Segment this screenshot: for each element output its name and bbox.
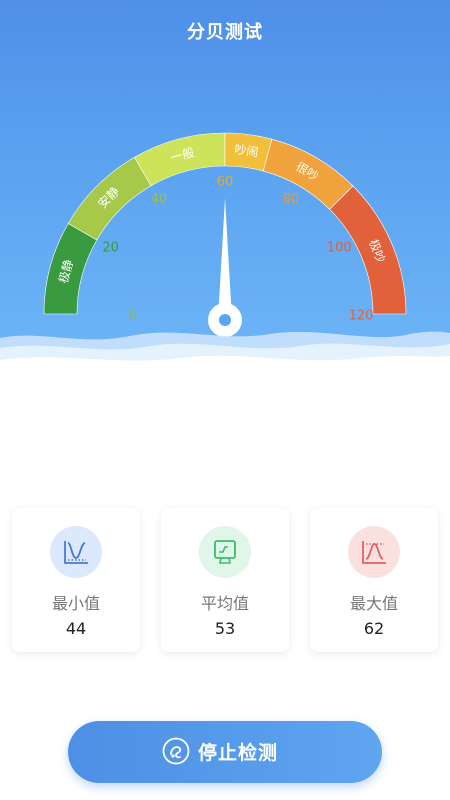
cloud-waves — [0, 331, 450, 380]
min-curve-icon — [50, 526, 102, 578]
stat-label: 最大值 — [349, 594, 398, 613]
gauge-tick-label: 80 — [283, 192, 300, 207]
stop-detect-button[interactable]: 停止检测 — [68, 721, 382, 783]
stat-card-average: 平均值 53 — [161, 508, 289, 652]
stat-value: 62 — [363, 619, 385, 638]
stat-card-min: 最小值 44 — [12, 508, 140, 652]
stat-label: 最小值 — [51, 594, 100, 613]
header-area: 极静 安静 一般 吵闹 很吵 极吵 0 20 40 60 80 100 120 分贝测试 — [0, 0, 450, 380]
average-monitor-icon — [199, 526, 251, 578]
stop-detect-icon — [162, 737, 190, 765]
stop-detect-label: 停止检测 — [198, 742, 279, 764]
max-curve-icon — [348, 526, 400, 578]
stat-value: 44 — [65, 619, 87, 638]
stat-label: 平均值 — [200, 594, 249, 613]
gauge-tick-label: 20 — [102, 241, 119, 256]
page-title: 分贝测试 — [187, 22, 263, 43]
stat-card-max: 最大值 62 — [310, 508, 438, 652]
gauge-tick-label: 40 — [151, 192, 168, 207]
stats-row: 最小值 44 平均值 53 最大值 62 — [12, 508, 438, 654]
gauge-tick-label: 60 — [217, 175, 234, 190]
stat-value: 53 — [214, 619, 236, 638]
gauge-tick-label: 100 — [327, 241, 352, 256]
